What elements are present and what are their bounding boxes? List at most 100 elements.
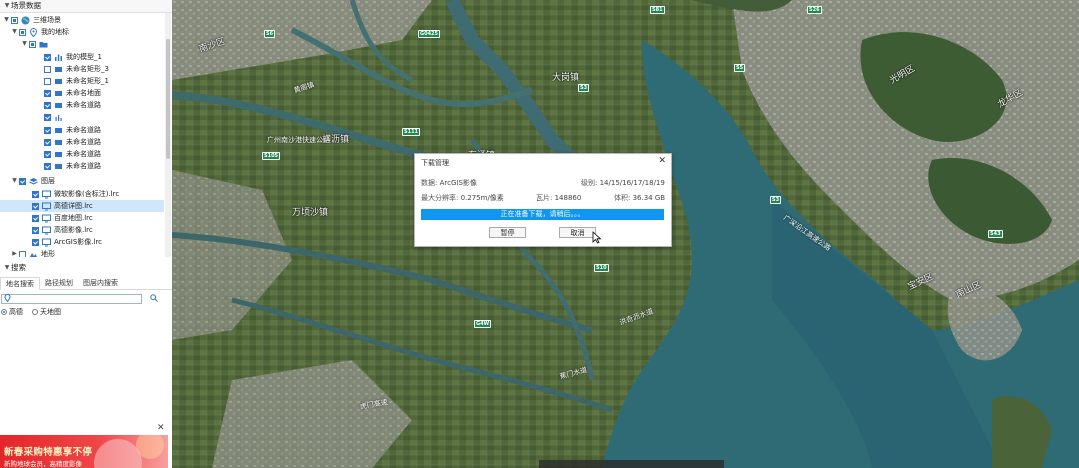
checkbox[interactable] bbox=[44, 150, 51, 158]
checkbox[interactable] bbox=[44, 65, 51, 73]
monitor-icon bbox=[42, 190, 51, 199]
tree-item-layer-gaode-detail[interactable]: 高德详图.lrc bbox=[0, 200, 164, 212]
expand-arrow-icon[interactable]: ▼ bbox=[20, 38, 29, 50]
tree-item-layers[interactable]: ▼ 图层 bbox=[0, 175, 164, 187]
tree-item-label: 未命名道路 bbox=[66, 101, 101, 109]
checkbox[interactable] bbox=[44, 89, 51, 97]
checkbox[interactable] bbox=[29, 40, 36, 48]
tree-item-label: 三维场景 bbox=[33, 16, 61, 24]
tree-item-chart[interactable] bbox=[0, 111, 164, 123]
rectangle-icon bbox=[54, 150, 63, 159]
rectangle-icon bbox=[54, 138, 63, 147]
radio-gaode[interactable] bbox=[1, 309, 7, 315]
close-icon[interactable]: ✕ bbox=[157, 423, 165, 433]
bar-chart-icon bbox=[54, 53, 63, 62]
collapse-caret-icon[interactable]: ▼ bbox=[3, 0, 11, 12]
rectangle-icon bbox=[54, 77, 63, 86]
route-shield: S26 bbox=[807, 6, 822, 14]
tree-item-3d-scene[interactable]: ▼ 三维场景 bbox=[0, 14, 164, 26]
checkbox[interactable] bbox=[32, 226, 39, 234]
layers-icon bbox=[29, 177, 38, 186]
route-shield: S6 bbox=[264, 30, 276, 38]
checkbox[interactable] bbox=[32, 238, 39, 246]
checkbox[interactable] bbox=[44, 138, 51, 146]
download-manager-dialog: 下载管理 ✕ 数据: ArcGIS影像 级别: 14/15/16/17/18/1… bbox=[414, 153, 672, 247]
tree-item-rect-1[interactable]: 未命名矩形_1 bbox=[0, 75, 164, 87]
checkbox[interactable] bbox=[44, 162, 51, 170]
bar-chart-icon bbox=[54, 113, 63, 122]
checkbox[interactable] bbox=[44, 77, 51, 85]
search-icon[interactable] bbox=[150, 294, 158, 304]
road-label: 广州南沙港快速公路 bbox=[267, 136, 330, 144]
tree-scrollbar[interactable] bbox=[165, 13, 171, 257]
expand-arrow-icon[interactable]: ▼ bbox=[2, 14, 11, 26]
tree-item-terrain[interactable]: ▶ 地形 bbox=[0, 248, 164, 257]
route-shield: S105 bbox=[262, 152, 281, 160]
checkbox[interactable] bbox=[19, 250, 26, 257]
tree-item-label: 未命名矩形_3 bbox=[66, 65, 109, 73]
tree-item-label: 未命名矩形_1 bbox=[66, 77, 109, 85]
checkbox[interactable] bbox=[44, 113, 51, 121]
tree-item-layer-gaode-img[interactable]: 高德影像.lrc bbox=[0, 224, 164, 236]
tree-item-my-landmarks[interactable]: ▼ 我的地标 bbox=[0, 26, 164, 38]
location-pin-icon bbox=[4, 293, 11, 304]
checkbox[interactable] bbox=[44, 126, 51, 134]
tree-item-label: 未命名道路 bbox=[66, 150, 101, 158]
scene-data-header[interactable]: ▼ 场景数据 bbox=[0, 0, 172, 13]
search-header[interactable]: ▼ 搜索 bbox=[0, 262, 172, 274]
tree-item-road[interactable]: 未命名道路 bbox=[0, 136, 164, 148]
expand-arrow-icon[interactable]: ▶ bbox=[10, 248, 19, 257]
cancel-button[interactable]: 取消 bbox=[559, 227, 596, 238]
tab-route-planning[interactable]: 路径规划 bbox=[40, 277, 78, 289]
tree-item-model[interactable]: 我的模型_1 bbox=[0, 51, 164, 63]
search-title: 搜索 bbox=[11, 263, 26, 272]
tree-item-road[interactable]: 未命名道路 bbox=[0, 99, 164, 111]
tab-place-search[interactable]: 地名搜索 bbox=[0, 277, 40, 290]
checkbox[interactable] bbox=[19, 28, 26, 36]
checkbox[interactable] bbox=[11, 16, 18, 24]
pause-button[interactable]: 暂停 bbox=[489, 227, 526, 238]
radio-tianditu[interactable] bbox=[32, 309, 38, 315]
tree-item-label: 未命名地面 bbox=[66, 89, 101, 97]
promo-subline: 新购地球会员，高精度影像 bbox=[4, 460, 82, 468]
close-icon[interactable]: ✕ bbox=[658, 156, 666, 166]
tree-item-folder[interactable]: ▼ bbox=[0, 38, 164, 50]
collapse-caret-icon[interactable]: ▼ bbox=[3, 262, 11, 274]
folder-icon bbox=[39, 40, 48, 49]
monitor-icon bbox=[42, 214, 51, 223]
checkbox[interactable] bbox=[32, 202, 39, 210]
route-shield: G4W bbox=[474, 320, 492, 328]
checkbox[interactable] bbox=[19, 177, 26, 185]
checkbox[interactable] bbox=[44, 101, 51, 109]
tree-item-layer-baidu[interactable]: 百度地图.lrc bbox=[0, 212, 164, 224]
tree-item-label: 高德影像.lrc bbox=[54, 226, 93, 234]
tree-item-layer-ms[interactable]: 微软影像(含标注).lrc bbox=[0, 188, 164, 200]
tree-item-label: 我的模型_1 bbox=[66, 53, 102, 61]
source-row: 数据: ArcGIS影像 bbox=[421, 179, 477, 187]
tab-layer-search[interactable]: 图层内搜索 bbox=[78, 277, 123, 289]
expand-arrow-icon[interactable]: ▼ bbox=[10, 175, 19, 187]
tree-item-road[interactable]: 未命名道路 bbox=[0, 124, 164, 136]
tree-item-road[interactable]: 未命名道路 bbox=[0, 148, 164, 160]
checkbox[interactable] bbox=[32, 214, 39, 222]
promo-banner[interactable]: 新春采购特惠享不停 新购地球会员，高精度影像 bbox=[0, 435, 168, 468]
tree-item-label: 我的地标 bbox=[41, 28, 69, 36]
rectangle-icon bbox=[54, 126, 63, 135]
route-shield: S10 bbox=[594, 264, 609, 272]
left-panel: ▼ 场景数据 ▼ 三维场景 ▼ 我的地标 ▼ 我的模型_1 未命名矩形_3 未命… bbox=[0, 0, 173, 468]
expand-arrow-icon[interactable]: ▼ bbox=[10, 26, 19, 38]
checkbox[interactable] bbox=[44, 53, 51, 61]
tree-item-label: 高德详图.lrc bbox=[54, 202, 93, 210]
scene-data-title: 场景数据 bbox=[11, 1, 41, 10]
rectangle-icon bbox=[54, 89, 63, 98]
location-pin-icon bbox=[29, 27, 38, 37]
scrollbar-thumb[interactable] bbox=[166, 39, 170, 159]
map-label: 大岗镇 bbox=[552, 73, 580, 83]
tree-item-road[interactable]: 未命名道路 bbox=[0, 160, 164, 172]
checkbox[interactable] bbox=[32, 190, 39, 198]
tree-item-rect-3[interactable]: 未命名矩形_3 bbox=[0, 63, 164, 75]
search-input[interactable] bbox=[1, 293, 142, 304]
tree-item-ground[interactable]: 未命名地面 bbox=[0, 87, 164, 99]
tree-item-layer-arcgis[interactable]: ArcGIS影像.lrc bbox=[0, 236, 164, 248]
resolution-value: 0.275m/像素 bbox=[460, 194, 504, 202]
